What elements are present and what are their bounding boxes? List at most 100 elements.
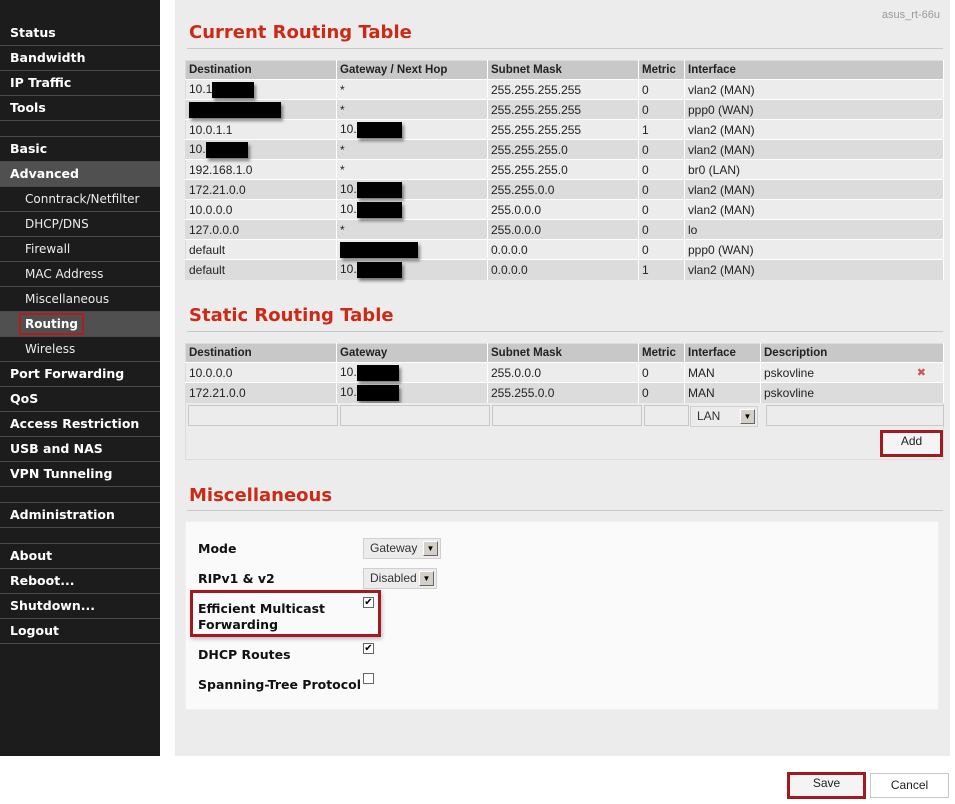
cell-interface-text: MAN xyxy=(688,385,715,400)
sidebar-divider xyxy=(0,121,160,137)
cell-gateway: 10. xyxy=(336,199,488,220)
cell-metric-text: 0 xyxy=(642,385,649,400)
cell-metric: 1 xyxy=(638,259,685,280)
col-subnet-mask: Subnet Mask xyxy=(487,343,639,363)
cell-interface-text: ppp0 (WAN) xyxy=(688,242,754,257)
cell-interface: lo xyxy=(684,219,944,240)
cell-interface: vlan2 (MAN) xyxy=(684,199,944,220)
cell-interface: br0 (LAN) xyxy=(684,159,944,180)
cell-subnet-mask: 255.255.0.0 xyxy=(487,382,639,403)
mode-select[interactable]: Gateway ▼ xyxy=(363,538,441,559)
sidebar-item-status[interactable]: Status xyxy=(0,21,160,46)
cell-subnet-mask: 255.255.255.0 xyxy=(487,139,639,160)
cell-destination xyxy=(185,99,337,120)
cell-destination-text: 10.0.1.1 xyxy=(189,122,233,137)
table-row: 172.21.0.0 10. 255.255.0.0 0 vlan2 (MAN) xyxy=(185,179,944,200)
sidebar-item-dhcp-dns[interactable]: DHCP/DNS xyxy=(0,212,160,237)
cell-gateway: * xyxy=(336,99,488,120)
cell-interface-text: br0 (LAN) xyxy=(688,162,741,177)
cell-metric: 0 xyxy=(638,79,685,100)
cell-metric: 0 xyxy=(638,99,685,120)
redaction-block xyxy=(340,241,418,258)
cell-interface: ppp0 (WAN) xyxy=(684,239,944,260)
cell-gateway-text: * xyxy=(340,82,345,97)
sidebar-item-access-restriction[interactable]: Access Restriction xyxy=(0,412,160,437)
cancel-button[interactable]: Cancel xyxy=(870,773,949,798)
sidebar-item-about[interactable]: About xyxy=(0,544,160,569)
add-button[interactable]: Add xyxy=(880,430,943,457)
col-interface: Interface xyxy=(684,60,944,80)
sidebar-item-wireless[interactable]: Wireless xyxy=(0,337,160,362)
table-row: 10.0.0.0 10. 255.0.0.0 0 vlan2 (MAN) xyxy=(185,199,944,220)
cell-gateway-text: 10. xyxy=(340,181,357,196)
cell-description: pskovline xyxy=(760,382,944,403)
sidebar-item-shutdown[interactable]: Shutdown... xyxy=(0,594,160,619)
cell-destination-text: default xyxy=(189,242,226,257)
cell-interface-text: vlan2 (MAN) xyxy=(688,142,755,157)
sidebar-item-miscellaneous[interactable]: Miscellaneous xyxy=(0,287,160,312)
sidebar-item-mac-address[interactable]: MAC Address xyxy=(0,262,160,287)
table-header-row: Destination Gateway Subnet Mask Metric I… xyxy=(185,343,944,363)
table-row[interactable]: 172.21.0.0 10. 255.255.0.0 0 MAN pskovline xyxy=(185,382,944,403)
save-button[interactable]: Save xyxy=(787,772,866,799)
new-description-input[interactable] xyxy=(766,405,944,426)
sidebar-item-tools[interactable]: Tools xyxy=(0,96,160,121)
new-gateway-input[interactable] xyxy=(340,405,490,426)
sidebar-item-qos[interactable]: QoS xyxy=(0,387,160,412)
sidebar-item-firewall[interactable]: Firewall xyxy=(0,237,160,262)
cell-gateway: 10. xyxy=(336,382,488,403)
cell-subnet-mask: 255.0.0.0 xyxy=(487,362,639,383)
sidebar-item-bandwidth[interactable]: Bandwidth xyxy=(0,46,160,71)
new-metric-input[interactable] xyxy=(644,405,689,426)
sidebar-item-logout[interactable]: Logout xyxy=(0,619,160,644)
redaction-block xyxy=(356,181,402,198)
cell-description-text: pskovline xyxy=(764,385,815,400)
cell-interface-text: vlan2 (MAN) xyxy=(688,122,755,137)
table-row: 10.1 * 255.255.255.255 0 vlan2 (MAN) xyxy=(185,79,944,100)
sidebar-divider xyxy=(0,487,160,503)
sidebar-item-reboot[interactable]: Reboot... xyxy=(0,569,160,594)
cell-destination-text: 172.21.0.0 xyxy=(189,182,246,197)
new-subnet-mask-input[interactable] xyxy=(492,405,642,426)
cell-destination-text: 10.0.0.0 xyxy=(189,202,233,217)
cell-subnet-mask: 255.0.0.0 xyxy=(487,199,639,220)
sidebar-item-port-forwarding[interactable]: Port Forwarding xyxy=(0,362,160,387)
rip-select[interactable]: Disabled ▼ xyxy=(363,568,437,589)
cell-destination: 10.1 xyxy=(185,79,337,100)
chevron-down-icon: ▼ xyxy=(419,571,434,586)
table-row[interactable]: 10.0.0.0 10. 255.0.0.0 0 MAN pskovline ✖ xyxy=(185,362,944,383)
static-routing-body: 10.0.0.0 10. 255.0.0.0 0 MAN pskovline ✖ 172.21… xyxy=(185,362,944,403)
cell-description: pskovline ✖ xyxy=(760,362,944,383)
sidebar-item-conntrack[interactable]: Conntrack/Netfilter xyxy=(0,187,160,212)
cell-subnet-mask: 255.255.0.0 xyxy=(487,179,639,200)
sidebar-item-advanced[interactable]: Advanced xyxy=(0,162,160,187)
static-route-new-row: LAN ▼ xyxy=(185,403,944,460)
sidebar-item-vpn-tunneling[interactable]: VPN Tunneling xyxy=(0,462,160,487)
cell-interface: vlan2 (MAN) xyxy=(684,179,944,200)
delete-icon[interactable]: ✖ xyxy=(917,366,926,379)
sidebar-item-administration[interactable]: Administration xyxy=(0,503,160,528)
sidebar-item-routing[interactable]: Routing xyxy=(0,312,160,337)
table-row: default 0.0.0.0 0 ppp0 (WAN) xyxy=(185,239,944,260)
cell-metric-text: 1 xyxy=(642,262,649,277)
cell-gateway-text: 10. xyxy=(340,261,357,276)
sidebar-item-ip-traffic[interactable]: IP Traffic xyxy=(0,71,160,96)
new-destination-input[interactable] xyxy=(188,405,338,426)
cell-gateway-text: * xyxy=(340,162,345,177)
table-row: 10. * 255.255.255.0 0 vlan2 (MAN) xyxy=(185,139,944,160)
cell-interface-text: lo xyxy=(688,222,698,237)
cell-interface: vlan2 (MAN) xyxy=(684,139,944,160)
section-divider xyxy=(187,331,943,332)
router-hostname: asus_rt-66u xyxy=(881,9,940,21)
mode-value: Gateway xyxy=(370,541,418,555)
dhcp-routes-checkbox[interactable]: ✔ xyxy=(363,643,374,654)
sidebar-item-basic[interactable]: Basic xyxy=(0,137,160,162)
new-interface-select[interactable]: LAN ▼ xyxy=(690,406,758,427)
redaction-block xyxy=(356,384,399,401)
col-destination: Destination xyxy=(185,343,337,363)
cell-interface: ppp0 (WAN) xyxy=(684,99,944,120)
current-routing-title: Current Routing Table xyxy=(189,22,412,43)
sidebar-item-usb-nas[interactable]: USB and NAS xyxy=(0,437,160,462)
cell-interface-text: vlan2 (MAN) xyxy=(688,202,755,217)
stp-checkbox[interactable] xyxy=(363,673,374,684)
